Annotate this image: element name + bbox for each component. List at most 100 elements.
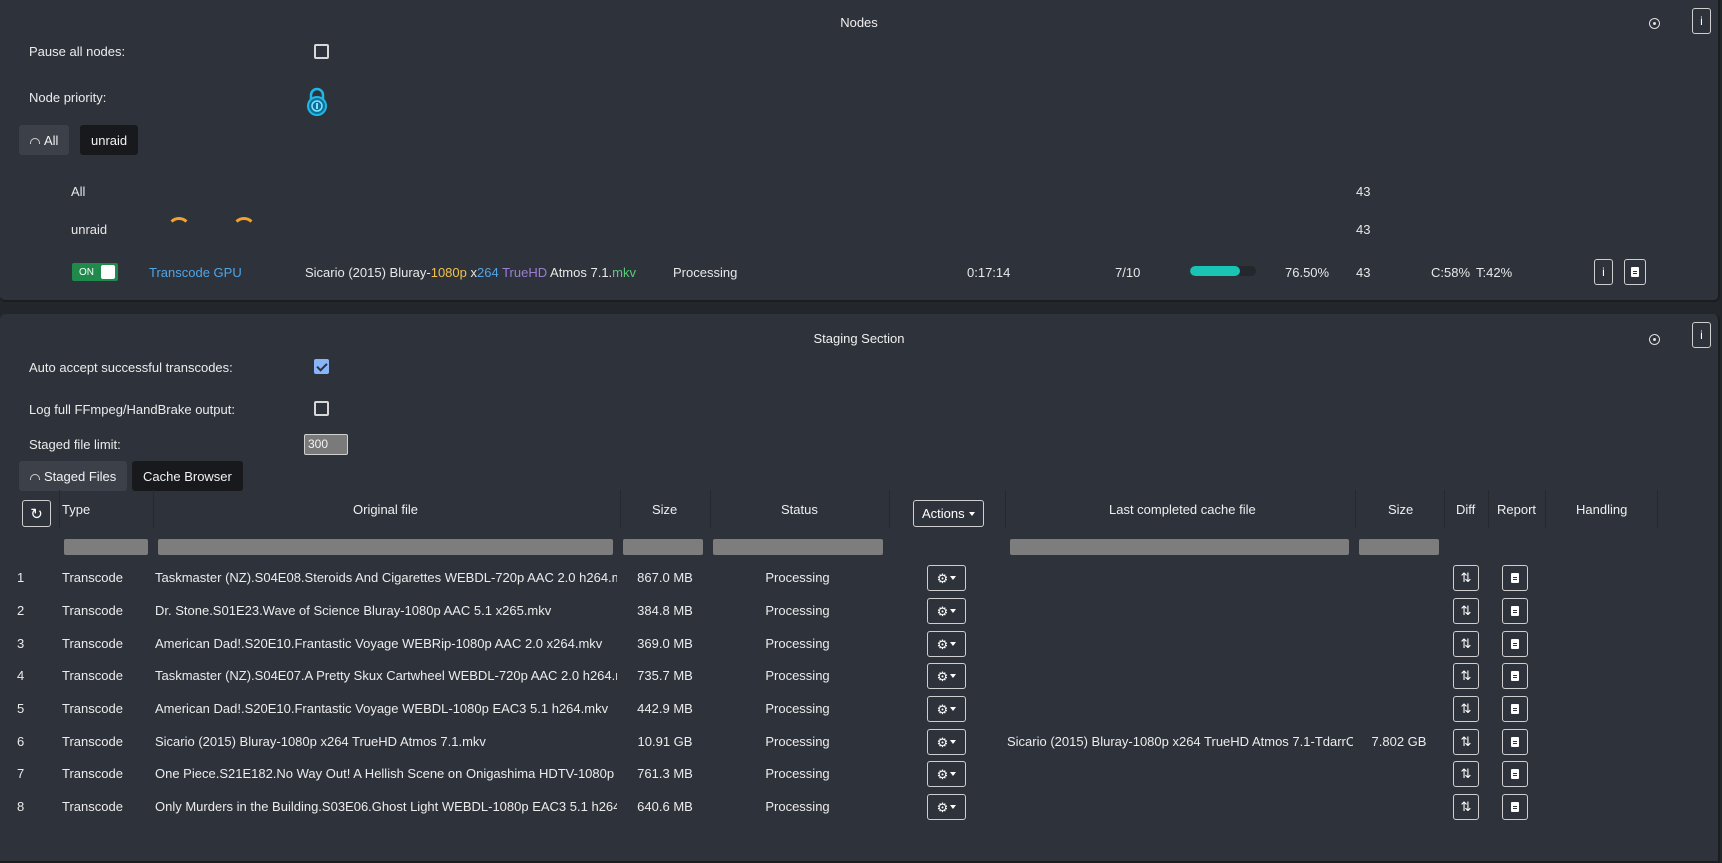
row-actions-button[interactable]: ⚙ bbox=[927, 696, 966, 722]
row-number: 4 bbox=[17, 668, 25, 683]
header-last-cache[interactable]: Last completed cache file bbox=[1109, 502, 1256, 517]
header-diff[interactable]: Diff bbox=[1456, 502, 1475, 517]
collapse-icon[interactable] bbox=[1649, 334, 1660, 345]
row-report-button[interactable] bbox=[1502, 565, 1528, 591]
row-cache-size bbox=[1357, 595, 1441, 626]
row-actions-button[interactable]: ⚙ bbox=[927, 598, 966, 624]
row-diff-button[interactable]: ⇅ bbox=[1453, 631, 1479, 657]
group-all-name: All bbox=[71, 184, 86, 199]
row-number: 2 bbox=[17, 603, 25, 618]
actions-dropdown[interactable]: Actions bbox=[913, 500, 984, 527]
row-report-button[interactable] bbox=[1502, 729, 1528, 755]
staged-limit-input[interactable]: 300 bbox=[304, 434, 348, 455]
filter-type[interactable] bbox=[64, 539, 148, 555]
row-cache-size bbox=[1357, 660, 1441, 691]
row-report-button[interactable] bbox=[1502, 696, 1528, 722]
row-size: 369.0 MB bbox=[637, 636, 693, 651]
auto-accept-label: Auto accept successful transcodes: bbox=[29, 360, 233, 375]
node-priority-label: Node priority: bbox=[29, 90, 107, 105]
row-size: 735.7 MB bbox=[637, 668, 693, 683]
chevron-down-icon bbox=[950, 642, 957, 646]
row-diff-button[interactable]: ⇅ bbox=[1453, 696, 1479, 722]
filter-size[interactable] bbox=[623, 539, 703, 555]
row-diff-button[interactable]: ⇅ bbox=[1453, 663, 1479, 689]
row-report-button[interactable] bbox=[1502, 598, 1528, 624]
staging-info-button[interactable]: i bbox=[1692, 322, 1711, 348]
filter-cache-size[interactable] bbox=[1359, 539, 1439, 555]
header-cache-size[interactable]: Size bbox=[1388, 502, 1413, 517]
column-divider bbox=[1355, 490, 1356, 528]
worker-toggle-label: ON bbox=[79, 266, 94, 278]
header-handling[interactable]: Handling bbox=[1576, 502, 1627, 517]
row-diff-button[interactable]: ⇅ bbox=[1453, 729, 1479, 755]
filter-status[interactable] bbox=[713, 539, 883, 555]
row-diff-button[interactable]: ⇅ bbox=[1453, 794, 1479, 820]
chevron-down-icon bbox=[950, 740, 957, 744]
gear-icon: ⚙ bbox=[936, 766, 949, 782]
header-size[interactable]: Size bbox=[652, 502, 677, 517]
lock-icon[interactable] bbox=[304, 86, 330, 116]
table-row: 2 Transcode Dr. Stone.S01E23.Wave of Scien… bbox=[0, 595, 1560, 626]
worker-progress-bar bbox=[1190, 266, 1256, 276]
diff-icon: ⇅ bbox=[1460, 799, 1472, 814]
row-diff-button[interactable]: ⇅ bbox=[1453, 565, 1479, 591]
row-actions-button[interactable]: ⚙ bbox=[927, 631, 966, 657]
group-unraid-count: 43 bbox=[1356, 222, 1371, 237]
diff-icon: ⇅ bbox=[1460, 603, 1472, 618]
worker-name-link[interactable]: Transcode GPU bbox=[149, 265, 242, 280]
table-row: 1 Transcode Taskmaster (NZ).S04E08.Steroid… bbox=[0, 562, 1560, 593]
chevron-down-icon bbox=[950, 576, 957, 580]
tab-staged-files[interactable]: Staged Files bbox=[19, 461, 128, 491]
row-report-button[interactable] bbox=[1502, 761, 1528, 787]
chevron-down-icon bbox=[950, 674, 957, 678]
tab-all-nodes[interactable]: All bbox=[19, 125, 70, 155]
row-original-file: One Piece.S21E182.No Way Out! A Hellish … bbox=[155, 766, 617, 781]
row-size: 10.91 GB bbox=[637, 734, 693, 749]
row-size: 761.3 MB bbox=[637, 766, 693, 781]
row-original-file: Sicario (2015) Bluray-1080p x264 TrueHD … bbox=[155, 734, 486, 749]
pause-all-checkbox[interactable] bbox=[314, 44, 329, 59]
header-original-file[interactable]: Original file bbox=[353, 502, 418, 517]
row-diff-button[interactable]: ⇅ bbox=[1453, 761, 1479, 787]
log-output-checkbox[interactable] bbox=[314, 401, 329, 416]
header-type[interactable]: Type bbox=[62, 502, 90, 517]
auto-accept-checkbox[interactable] bbox=[314, 359, 329, 374]
row-actions-button[interactable]: ⚙ bbox=[927, 761, 966, 787]
row-report-button[interactable] bbox=[1502, 794, 1528, 820]
filter-original-file[interactable] bbox=[158, 539, 613, 555]
row-actions-button[interactable]: ⚙ bbox=[927, 663, 966, 689]
chevron-down-icon bbox=[950, 772, 957, 776]
row-size: 442.9 MB bbox=[637, 701, 693, 716]
row-diff-button[interactable]: ⇅ bbox=[1453, 598, 1479, 624]
row-report-button[interactable] bbox=[1502, 663, 1528, 689]
row-original-file: Dr. Stone.S01E23.Wave of Science Bluray-… bbox=[155, 603, 552, 618]
column-divider bbox=[1488, 490, 1489, 528]
worker-log-button[interactable] bbox=[1624, 259, 1646, 285]
log-output-label: Log full FFmpeg/HandBrake output: bbox=[29, 402, 235, 417]
row-actions-button[interactable]: ⚙ bbox=[927, 565, 966, 591]
header-status[interactable]: Status bbox=[781, 502, 818, 517]
nodes-info-button[interactable]: i bbox=[1692, 8, 1711, 34]
tab-cache-browser[interactable]: Cache Browser bbox=[132, 461, 243, 491]
row-actions-button[interactable]: ⚙ bbox=[927, 794, 966, 820]
row-cache-size bbox=[1357, 791, 1441, 822]
chevron-down-icon bbox=[950, 609, 957, 613]
report-icon bbox=[1511, 802, 1519, 812]
gear-icon: ⚙ bbox=[936, 701, 949, 717]
worker-toggle[interactable]: ON bbox=[72, 263, 118, 281]
row-status: Processing bbox=[765, 799, 830, 814]
row-report-button[interactable] bbox=[1502, 631, 1528, 657]
tab-unraid[interactable]: unraid bbox=[80, 125, 139, 155]
row-status: Processing bbox=[765, 701, 830, 716]
refresh-button[interactable]: ↻ bbox=[22, 500, 51, 527]
header-report[interactable]: Report bbox=[1497, 502, 1536, 517]
row-cache-file bbox=[1007, 660, 1353, 691]
row-number: 1 bbox=[17, 570, 25, 585]
worker-info-button[interactable]: i bbox=[1594, 259, 1613, 285]
worker-count: 43 bbox=[1356, 265, 1371, 280]
worker-file-title: Sicario (2015) Bluray- bbox=[305, 265, 431, 280]
collapse-icon[interactable] bbox=[1649, 18, 1660, 29]
row-actions-button[interactable]: ⚙ bbox=[927, 729, 966, 755]
filter-last-cache[interactable] bbox=[1010, 539, 1349, 555]
row-size: 867.0 MB bbox=[637, 570, 693, 585]
